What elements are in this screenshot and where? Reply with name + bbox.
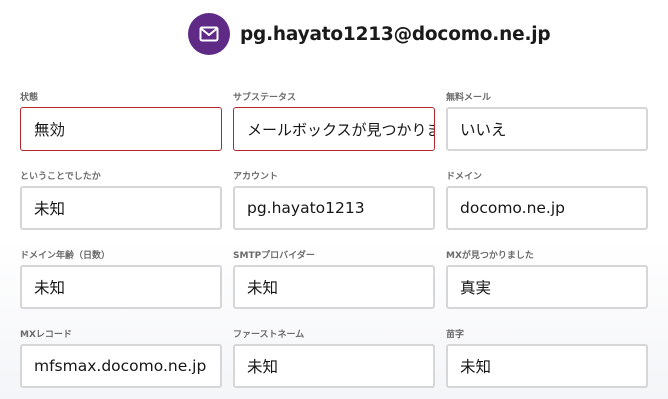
- field-domain-age: ドメイン年齢（日数） 未知: [20, 249, 222, 309]
- field-label: ドメイン: [446, 172, 483, 182]
- field-mx-found: MXが見つかりました 真実: [446, 249, 648, 309]
- field-status: 状態 無効: [20, 91, 222, 151]
- field-free-email: 無料メール いいえ: [446, 91, 648, 151]
- mail-avatar: [188, 13, 230, 55]
- field-value-box[interactable]: メールボックスが見つかりません: [233, 107, 435, 151]
- field-value-box[interactable]: いいえ: [446, 107, 648, 151]
- field-account: アカウント pg.hayato1213: [233, 170, 435, 230]
- field-value-box[interactable]: 未知: [20, 186, 222, 230]
- field-value-box[interactable]: 未知: [233, 344, 435, 388]
- field-value-box[interactable]: 無効: [20, 107, 222, 151]
- field-first-name: ファーストネーム 未知: [233, 328, 435, 388]
- field-value-box[interactable]: 未知: [233, 265, 435, 309]
- field-domain: ドメイン docomo.ne.jp: [446, 170, 648, 230]
- field-label: アカウント: [233, 172, 279, 182]
- field-label: サブステータス: [233, 93, 297, 103]
- field-grid: 状態 無効 サブステータス メールボックスが見つかりません 無料メール いいえ …: [20, 91, 648, 388]
- field-value-box[interactable]: 真実: [446, 265, 648, 309]
- field-last-name: 苗字 未知: [446, 328, 648, 388]
- field-value-box[interactable]: mfsmax.docomo.ne.jp: [20, 344, 222, 388]
- result-header: pg.hayato1213@docomo.ne.jp: [188, 12, 551, 56]
- field-label: 無料メール: [446, 93, 492, 103]
- field-label: ということでしたか: [20, 172, 101, 182]
- mail-icon: [199, 26, 219, 42]
- field-smtp-provider: SMTPプロバイダー 未知: [233, 249, 435, 309]
- field-substatus: サブステータス メールボックスが見つかりません: [233, 91, 435, 151]
- field-label: MXが見つかりました: [446, 251, 534, 261]
- field-value-box[interactable]: 未知: [446, 344, 648, 388]
- field-label: 苗字: [446, 330, 465, 340]
- email-address-title: pg.hayato1213@docomo.ne.jp: [240, 23, 551, 45]
- field-label: ドメイン年齢（日数）: [20, 251, 111, 261]
- field-label: SMTPプロバイダー: [233, 251, 315, 261]
- field-mx-record: MXレコード mfsmax.docomo.ne.jp: [20, 328, 222, 388]
- field-value-box[interactable]: 未知: [20, 265, 222, 309]
- field-value-box[interactable]: pg.hayato1213: [233, 186, 435, 230]
- field-did-you-mean: ということでしたか 未知: [20, 170, 222, 230]
- field-value-box[interactable]: docomo.ne.jp: [446, 186, 648, 230]
- field-label: MXレコード: [20, 330, 72, 340]
- field-label: ファーストネーム: [233, 330, 305, 340]
- field-label: 状態: [20, 93, 39, 103]
